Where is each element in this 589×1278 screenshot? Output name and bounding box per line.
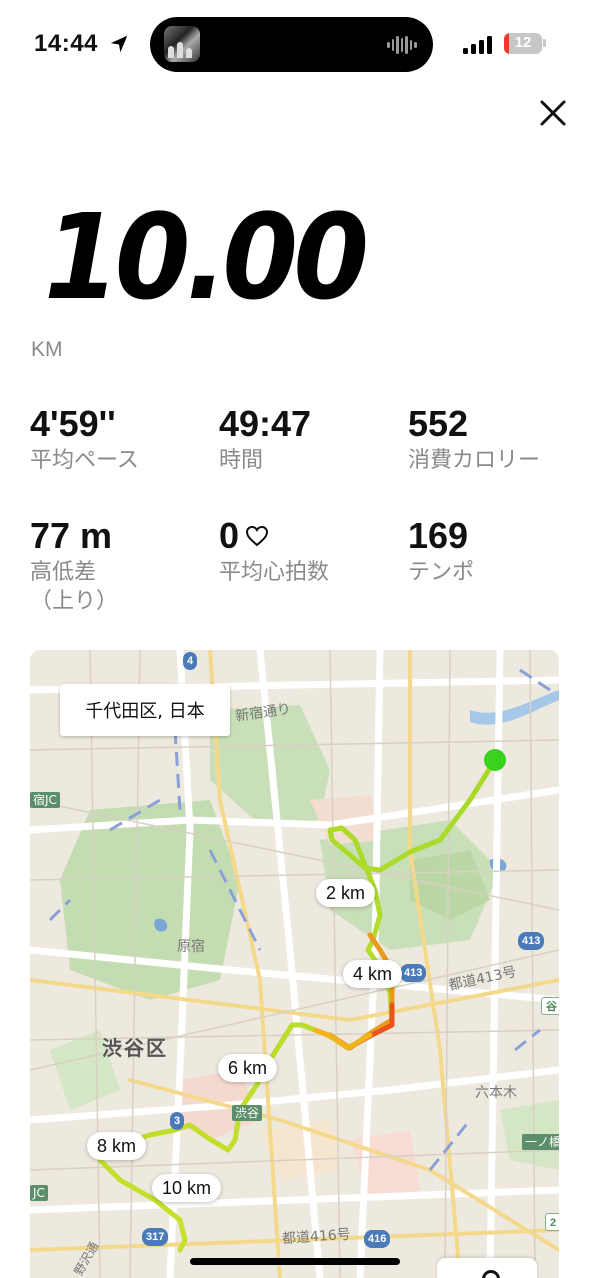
stat-duration: 49:47 時間 [219,404,311,475]
now-playing-artwork [164,26,200,62]
total-distance: 10.00 [44,188,369,326]
battery-level: 12 [514,34,532,51]
stat-value: 0 [219,515,240,556]
route-shield: 413 [400,964,427,982]
route-start-dot [484,749,506,771]
map-place-label: 原宿 [177,939,205,955]
map-location-title: 千代田区, 日本 [60,684,230,736]
map-place-label: 一ノ橋 [522,1134,559,1150]
map-junction-label: 宿JC [30,792,60,808]
route-shield: 4 [183,652,198,670]
stat-avg-heart-rate: 0 平均心拍数 [219,516,329,587]
stat-value: 49:47 [219,403,312,444]
status-time: 14:44 [34,30,98,57]
status-bar: 14:44 12 [0,0,589,90]
stat-label: 高低差 （上り） [30,560,119,614]
stat-value: 77 m [30,515,113,556]
cellular-signal-icon [463,34,493,54]
route-shield: 2 [545,1213,559,1231]
map-mode-icon [482,1270,500,1278]
route-shield: 3 [170,1112,185,1130]
map-junction-label: JC [30,1185,48,1201]
km-marker: 4 km [343,960,403,988]
map-base [30,650,559,1278]
route-shield: 413 [518,932,545,950]
stat-label: テンポ [408,560,475,585]
stat-avg-pace: 4'59'' 平均ペース [30,404,139,475]
stat-value: 169 [408,515,469,556]
stat-elevation-gain: 77 m 高低差 （上り） [30,516,118,616]
map-place-label: 渋谷区 [102,1036,168,1060]
stat-value-row: 0 [219,516,329,556]
dynamic-island[interactable] [150,17,433,72]
stat-calories: 552 消費カロリー [408,404,540,475]
stat-label: 時間 [219,448,264,473]
km-marker: 6 km [218,1054,278,1082]
km-marker: 8 km [87,1132,147,1160]
map-control-button[interactable] [437,1258,537,1278]
route-shield: 317 [142,1228,169,1246]
stat-label: 平均ペース [30,448,139,473]
stat-value: 552 [408,403,469,444]
route-shield: 谷 [541,997,559,1015]
stat-cadence: 169 テンポ [408,516,474,587]
audio-waveform-icon [387,35,417,55]
distance-unit: KM [31,338,63,361]
map-place-label: 六本木 [475,1085,517,1101]
km-marker: 10 km [152,1174,222,1202]
route-map[interactable]: 千代田区, 日本 新宿通り 原宿 渋谷区 都道413号 六本木 都道416号 渋… [30,650,559,1278]
close-icon[interactable] [536,96,570,130]
home-indicator[interactable] [190,1258,400,1265]
heart-outline-icon [246,525,269,547]
battery-icon: 12 [504,33,542,54]
stat-value: 4'59'' [30,403,116,444]
stat-label: 消費カロリー [408,448,541,473]
route-shield: 416 [364,1230,391,1248]
stat-label: 平均心拍数 [219,560,330,585]
km-marker: 2 km [316,879,376,907]
map-station-label: 渋谷 [232,1105,263,1121]
location-arrow-icon [110,35,128,53]
